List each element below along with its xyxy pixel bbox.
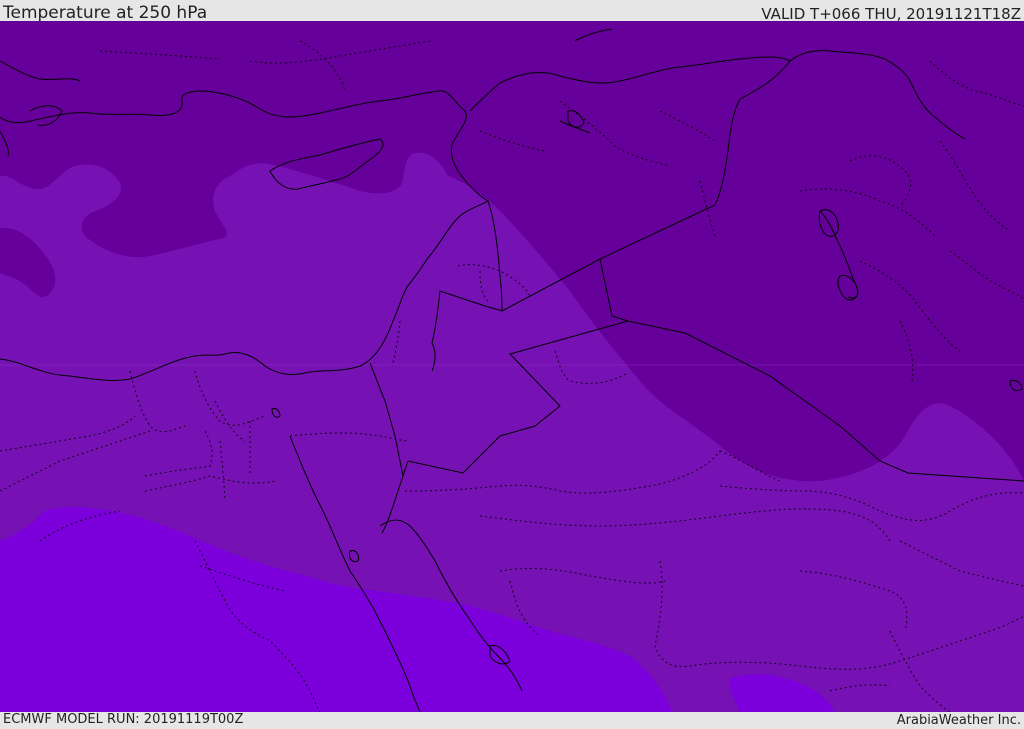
footer-bar: ECMWF MODEL RUN: 20191119T00Z ArabiaWeat… [0,712,1024,729]
model-run-label: ECMWF MODEL RUN: 20191119T00Z [3,712,244,727]
header-bar: Temperature at 250 hPa VALID T+066 THU, … [0,0,1024,23]
credit-label: ArabiaWeather Inc. [896,713,1021,728]
map-title: Temperature at 250 hPa [3,3,208,23]
weather-map-page: Temperature at 250 hPa VALID T+066 THU, … [0,0,1024,729]
map-canvas [0,21,1024,712]
temperature-map[interactable] [0,21,1024,712]
